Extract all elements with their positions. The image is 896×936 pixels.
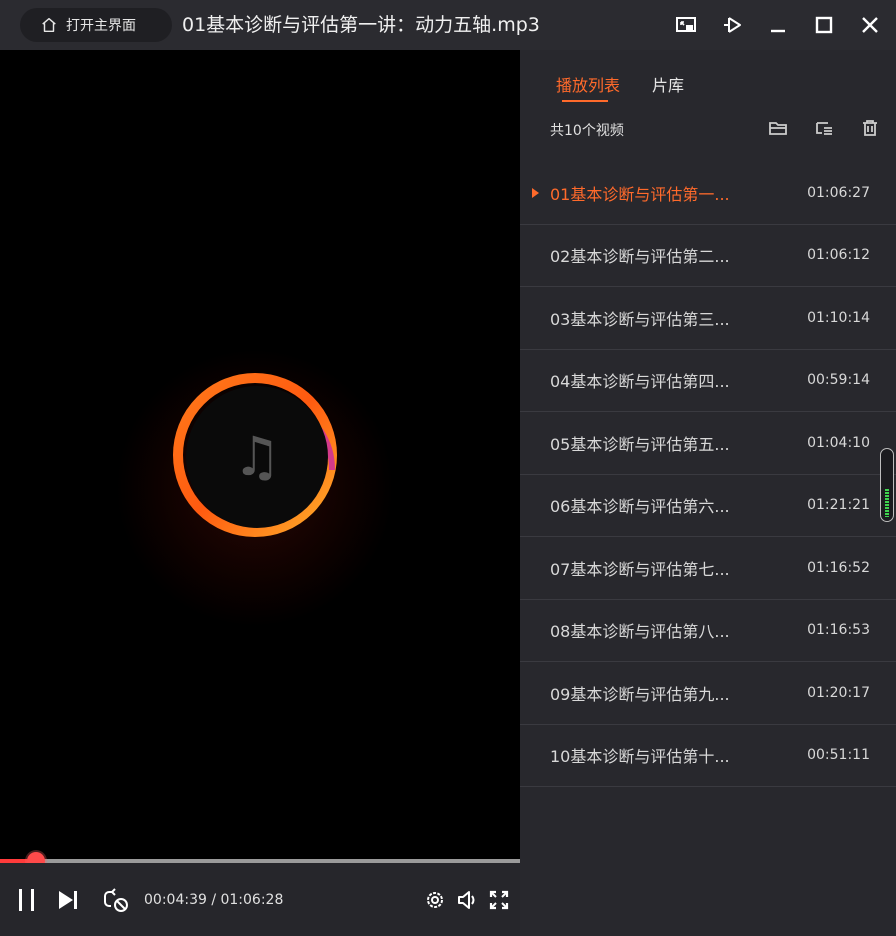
playlist-item-name: 09基本诊断与评估第九...: [550, 684, 730, 704]
playlist-item-name: 05基本诊断与评估第五...: [550, 434, 730, 454]
scroll-grip: [885, 489, 889, 517]
playlist-item-duration: 01:21:21: [807, 497, 870, 514]
playlist-item-duration: 01:16:53: [807, 622, 870, 639]
fullscreen-button[interactable]: [488, 889, 510, 911]
playlist-item-name: 10基本诊断与评估第十...: [550, 747, 730, 767]
playlist-item-name: 01基本诊断与评估第一...: [550, 184, 730, 204]
playlist-item-duration: 00:51:11: [807, 747, 870, 764]
loop-button[interactable]: [102, 886, 130, 914]
time-display: 00:04:39 / 01:06:28: [144, 891, 284, 908]
playlist-item-duration: 01:10:14: [807, 309, 870, 326]
close-icon[interactable]: [858, 13, 882, 37]
settings-button[interactable]: [424, 889, 446, 911]
playlist-item-duration: 01:06:12: [807, 247, 870, 264]
loop-off-icon: [104, 887, 128, 912]
screen-icon[interactable]: [674, 13, 698, 37]
list-icon: [816, 122, 832, 135]
maximize-icon[interactable]: [812, 13, 836, 37]
playlist-item-duration: 00:59:14: [807, 372, 870, 389]
tab-underline: [562, 100, 608, 102]
tab-library[interactable]: 片库: [652, 72, 684, 96]
playlist-item-duration: 01:06:27: [807, 184, 870, 201]
playlist-item-duration: 01:20:17: [807, 684, 870, 701]
title-bar: 打开主界面 01基本诊断与评估第一讲：动力五轴.mp3: [0, 0, 896, 50]
playlist-item[interactable]: 10基本诊断与评估第十... 00:51:11: [520, 725, 896, 787]
open-main-button[interactable]: 打开主界面: [20, 8, 172, 42]
playlist-item-name: 06基本诊断与评估第六...: [550, 497, 730, 517]
now-playing-icon: [532, 187, 539, 198]
playlist-item[interactable]: 07基本诊断与评估第七... 01:16:52: [520, 537, 896, 600]
window-title: 01基本诊断与评估第一讲：动力五轴.mp3: [182, 14, 540, 36]
open-folder-button[interactable]: [768, 118, 788, 138]
playlist-panel: 播放列表 片库 共10个视频 01基本诊断与评估第一... 01:06:27 02基…: [520, 50, 896, 936]
music-note-icon: ♫: [232, 425, 282, 488]
scrollbar-handle[interactable]: [880, 448, 894, 522]
playlist-item[interactable]: 01基本诊断与评估第一... 01:06:27: [520, 162, 896, 225]
gear-icon: [427, 891, 443, 908]
playlist-item-name: 07基本诊断与评估第七...: [550, 559, 730, 579]
playlist-item-name: 02基本诊断与评估第二...: [550, 247, 730, 267]
minimize-icon[interactable]: [766, 13, 790, 37]
volume-icon: [458, 890, 475, 909]
playlist-item[interactable]: 02基本诊断与评估第二... 01:06:12: [520, 225, 896, 287]
next-icon: [59, 890, 77, 909]
video-count: 共10个视频: [550, 123, 624, 139]
home-icon: [42, 17, 56, 33]
playlist-item[interactable]: 04基本诊断与评估第四... 00:59:14: [520, 350, 896, 412]
open-main-label: 打开主界面: [66, 18, 136, 34]
pin-icon[interactable]: [720, 13, 744, 37]
delete-button[interactable]: [860, 118, 880, 138]
playlist-item-name: 08基本诊断与评估第八...: [550, 622, 730, 642]
list-mode-button[interactable]: [814, 118, 834, 138]
next-button[interactable]: [56, 888, 80, 912]
disc-center: ♫: [186, 386, 328, 528]
playlist-item-duration: 01:16:52: [807, 559, 870, 576]
fullscreen-icon: [489, 890, 509, 909]
playlist-item[interactable]: 06基本诊断与评估第六... 01:21:21: [520, 475, 896, 537]
playlist-item-duration: 01:04:10: [807, 434, 870, 451]
video-area[interactable]: ♫: [0, 50, 520, 860]
playlist-item-name: 03基本诊断与评估第三...: [550, 309, 730, 329]
playlist: 01基本诊断与评估第一... 01:06:27 02基本诊断与评估第二... 01:0…: [520, 162, 896, 787]
pause-button[interactable]: [16, 887, 38, 913]
tab-playlist[interactable]: 播放列表: [556, 72, 620, 96]
playlist-item[interactable]: 09基本诊断与评估第九... 01:20:17: [520, 662, 896, 725]
trash-icon: [863, 120, 877, 136]
playlist-item[interactable]: 03基本诊断与评估第三... 01:10:14: [520, 287, 896, 350]
control-bar: 00:04:39 / 01:06:28: [0, 863, 520, 936]
playlist-item[interactable]: 08基本诊断与评估第八... 01:16:53: [520, 600, 896, 662]
playlist-item-name: 04基本诊断与评估第四...: [550, 372, 730, 392]
folder-icon: [769, 122, 787, 135]
playlist-item[interactable]: 05基本诊断与评估第五... 01:04:10: [520, 412, 896, 475]
pause-icon: [19, 888, 34, 911]
volume-button[interactable]: [456, 889, 478, 911]
